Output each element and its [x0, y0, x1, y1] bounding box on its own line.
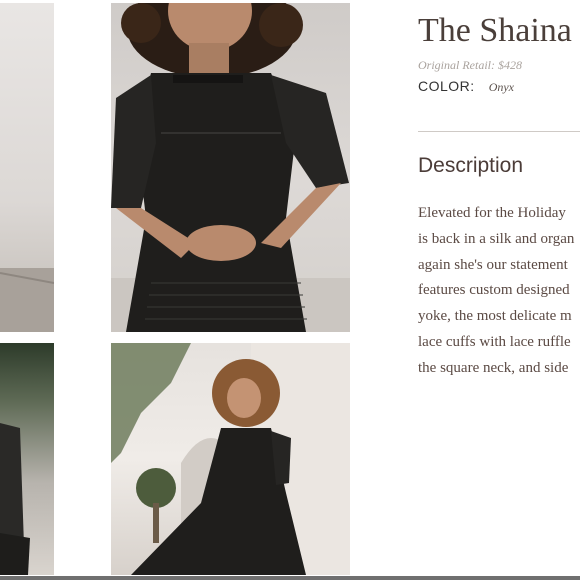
- description-text: Elevated for the Holiday is back in a si…: [418, 201, 574, 382]
- color-row: COLOR: Onyx: [418, 78, 514, 96]
- gallery-image-2[interactable]: [111, 3, 350, 332]
- color-value: Onyx: [488, 80, 515, 94]
- product-title: The Shaina: [418, 12, 572, 49]
- description-line: is back in a silk and organ: [418, 230, 575, 247]
- description-line: features custom designed: [418, 282, 570, 299]
- description-line: lace cuffs with lace ruffle: [418, 333, 571, 350]
- gallery-image-3[interactable]: [0, 343, 54, 575]
- original-retail-price: Original Retail: $428: [418, 58, 522, 72]
- description-line: yoke, the most delicate m: [418, 308, 572, 325]
- description-line: the square neck, and side: [418, 359, 569, 376]
- description-line: Elevated for the Holiday: [418, 205, 566, 221]
- description-heading: Description: [418, 154, 524, 177]
- color-label: COLOR:: [418, 78, 475, 94]
- section-divider: [418, 131, 580, 132]
- description-line: again she's our statement: [418, 256, 568, 273]
- bottom-edge-bar: [0, 576, 580, 580]
- gallery-image-4[interactable]: [111, 343, 350, 575]
- gallery-image-1[interactable]: [0, 3, 54, 332]
